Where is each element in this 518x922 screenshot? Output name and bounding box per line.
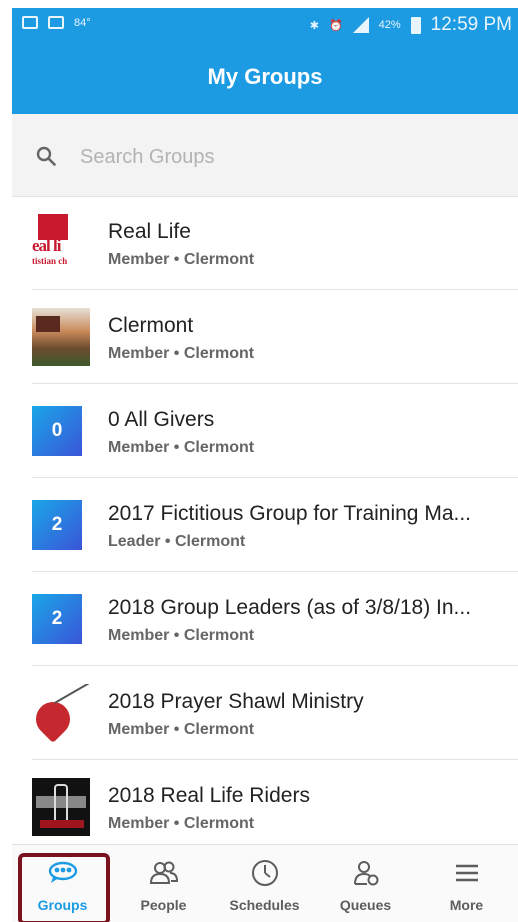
group-name: 2018 Prayer Shawl Ministry — [108, 690, 364, 713]
group-image-clermont — [32, 308, 90, 366]
group-role-location: Member • Clermont — [108, 439, 255, 456]
group-name: 0 All Givers — [108, 408, 215, 431]
battery-percent: 42% — [378, 19, 401, 31]
search-input[interactable] — [78, 141, 482, 173]
queue-person-icon — [353, 861, 378, 886]
group-list: eal li tistian ch Real Life Member • Cle… — [12, 196, 518, 854]
group-image-riders — [32, 778, 90, 836]
list-item[interactable]: eal li tistian ch Real Life Member • Cle… — [12, 196, 518, 290]
nav-people[interactable]: People — [113, 845, 214, 922]
temperature: 84° — [74, 16, 91, 29]
nav-label: Queues — [339, 897, 392, 913]
group-name: Clermont — [108, 314, 194, 337]
bluetooth-icon: ✱ — [309, 19, 319, 32]
status-bar: 84° ✱ ⏰ 42% 12:59 PM — [12, 8, 518, 42]
group-count-badge: 2 — [32, 500, 82, 550]
list-item[interactable]: 2018 Prayer Shawl Ministry Member • Cler… — [12, 666, 518, 760]
list-item[interactable]: Clermont Member • Clermont — [12, 290, 518, 384]
people-icon — [149, 861, 178, 884]
list-item[interactable]: 2018 Real Life Riders Member • Clermont — [12, 760, 518, 854]
clock-icon — [251, 860, 278, 886]
group-role-location: Leader • Clermont — [108, 533, 246, 550]
group-role-location: Member • Clermont — [108, 815, 255, 832]
list-item[interactable]: 0 0 All Givers Member • Clermont — [12, 384, 518, 478]
group-role-location: Member • Clermont — [108, 345, 255, 362]
group-role-location: Member • Clermont — [108, 251, 255, 268]
signal-icon — [352, 17, 369, 33]
group-image-prayer-shawl — [32, 684, 90, 742]
group-name: 2017 Fictitious Group for Training Ma... — [108, 502, 471, 525]
nav-label: People — [140, 897, 187, 913]
page-title: My Groups — [207, 64, 323, 89]
group-name: 2018 Group Leaders (as of 3/8/18) In... — [108, 596, 472, 619]
phone-screen: 84° ✱ ⏰ 42% 12:59 PM My Groups eal li ti… — [12, 8, 518, 922]
battery-icon — [410, 16, 421, 34]
group-image-real-life: eal li tistian ch — [32, 214, 90, 272]
group-count-badge: 0 — [32, 406, 82, 456]
list-item[interactable]: 2 2018 Group Leaders (as of 3/8/18) In..… — [12, 572, 518, 666]
nav-schedules[interactable]: Schedules — [214, 845, 315, 922]
search-bar[interactable] — [12, 114, 518, 197]
bottom-navigation: Groups People Schedules Queues More — [12, 844, 518, 922]
nav-label: Schedules — [229, 897, 300, 913]
alarm-icon: ⏰ — [328, 19, 343, 32]
nav-queues[interactable]: Queues — [315, 845, 416, 922]
mail-icon — [22, 16, 38, 29]
group-role-location: Member • Clermont — [108, 721, 255, 738]
clock-time: 12:59 PM — [430, 14, 512, 35]
group-name: Real Life — [108, 220, 191, 243]
search-icon — [36, 146, 56, 166]
nav-label: More — [449, 897, 484, 913]
app-bar: My Groups — [12, 42, 518, 114]
list-item[interactable]: 2 2017 Fictitious Group for Training Ma.… — [12, 478, 518, 572]
hamburger-icon — [455, 864, 478, 882]
groups-highlight-box — [18, 853, 110, 922]
image-icon — [48, 16, 64, 29]
group-name: 2018 Real Life Riders — [108, 784, 310, 807]
group-role-location: Member • Clermont — [108, 627, 255, 644]
nav-more[interactable]: More — [416, 845, 517, 922]
group-count-badge: 2 — [32, 594, 82, 644]
